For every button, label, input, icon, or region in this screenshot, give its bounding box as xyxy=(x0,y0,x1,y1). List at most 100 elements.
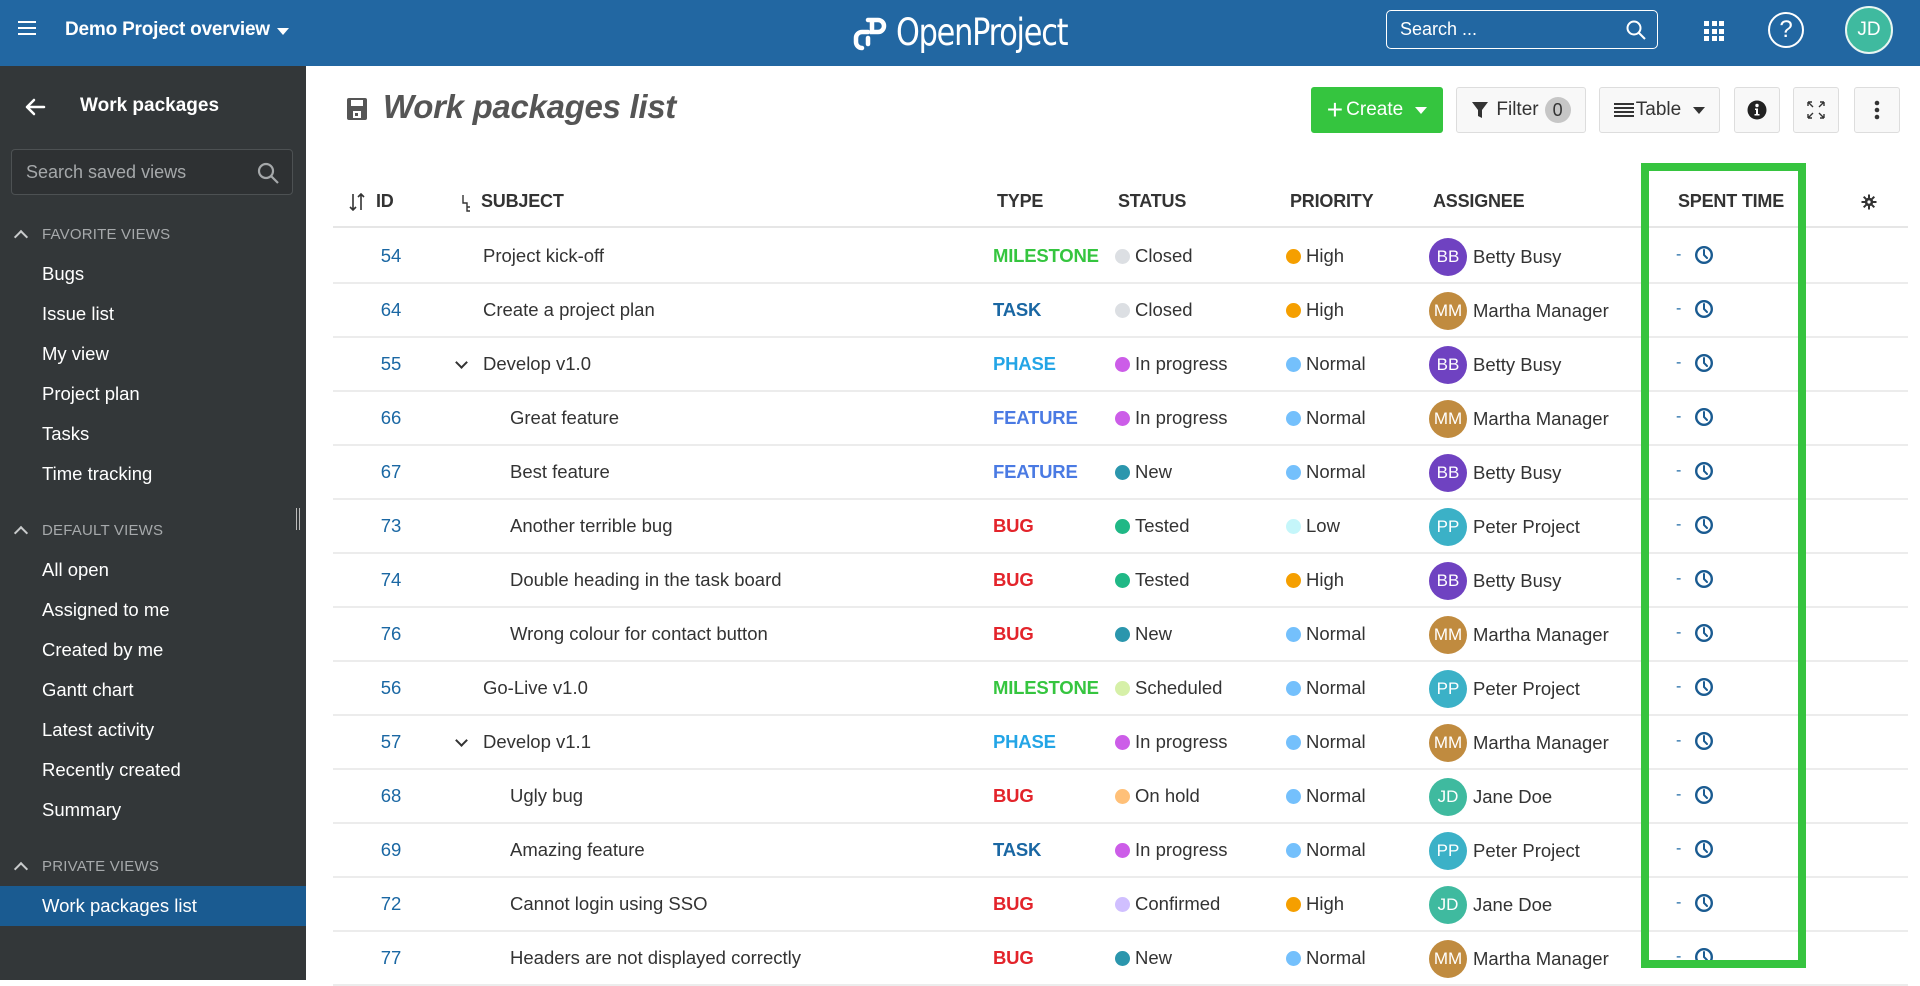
work-package-assignee[interactable]: BB Betty Busy xyxy=(1429,562,1561,600)
spent-time-value[interactable]: - xyxy=(1676,300,1681,318)
work-package-subject[interactable]: Develop v1.0 xyxy=(483,353,591,375)
sidebar-item-recently-created[interactable]: Recently created xyxy=(0,750,306,790)
work-package-priority[interactable]: Normal xyxy=(1286,731,1366,753)
work-package-id[interactable]: 77 xyxy=(366,947,416,969)
work-package-id[interactable]: 55 xyxy=(366,353,416,375)
work-package-type[interactable]: TASK xyxy=(993,299,1041,321)
work-package-id[interactable]: 69 xyxy=(366,839,416,861)
spent-time-value[interactable]: - xyxy=(1676,948,1681,966)
work-package-type[interactable]: BUG xyxy=(993,623,1034,645)
work-package-subject[interactable]: Best feature xyxy=(510,461,610,483)
sidebar-item-issue-list[interactable]: Issue list xyxy=(0,294,306,334)
gear-icon[interactable] xyxy=(1861,194,1877,210)
arrow-left-icon[interactable] xyxy=(24,96,46,118)
work-package-type[interactable]: PHASE xyxy=(993,353,1056,375)
work-package-type[interactable]: FEATURE xyxy=(993,461,1078,483)
clock-icon[interactable] xyxy=(1694,623,1714,643)
search-icon[interactable] xyxy=(256,161,280,185)
saved-views-search-input[interactable] xyxy=(12,150,252,194)
clock-icon[interactable] xyxy=(1694,407,1714,427)
chevron-down-icon[interactable] xyxy=(277,28,289,35)
work-package-assignee[interactable]: PP Peter Project xyxy=(1429,508,1580,546)
project-selector[interactable]: Demo Project overview xyxy=(65,19,270,41)
work-package-type[interactable]: MILESTONE xyxy=(993,245,1099,267)
sidebar-item-all-open[interactable]: All open xyxy=(0,550,306,590)
global-search[interactable] xyxy=(1386,10,1658,49)
work-package-subject[interactable]: Great feature xyxy=(510,407,619,429)
favorite-views-toggle[interactable]: FAVORITE VIEWS xyxy=(0,214,306,254)
work-package-subject[interactable]: Another terrible bug xyxy=(510,515,673,537)
work-package-status[interactable]: New xyxy=(1115,461,1172,483)
work-package-type[interactable]: BUG xyxy=(993,893,1034,915)
work-package-id[interactable]: 66 xyxy=(366,407,416,429)
clock-icon[interactable] xyxy=(1694,353,1714,373)
sort-icon[interactable] xyxy=(349,193,365,211)
spent-time-value[interactable]: - xyxy=(1676,516,1681,534)
work-package-priority[interactable]: High xyxy=(1286,893,1344,915)
work-package-subject[interactable]: Go-Live v1.0 xyxy=(483,677,588,699)
work-package-assignee[interactable]: BB Betty Busy xyxy=(1429,346,1561,384)
sidebar-item-my-view[interactable]: My view xyxy=(0,334,306,374)
work-package-status[interactable]: Closed xyxy=(1115,245,1193,267)
sidebar-resize-handle[interactable] xyxy=(296,508,300,530)
table-row[interactable]: 57 Develop v1.1 PHASE In progress Normal MM Ma… xyxy=(333,716,1908,770)
chevron-down-icon[interactable] xyxy=(455,356,468,369)
work-package-status[interactable]: On hold xyxy=(1115,785,1200,807)
work-package-priority[interactable]: Normal xyxy=(1286,677,1366,699)
work-package-status[interactable]: New xyxy=(1115,947,1172,969)
sidebar-item-bugs[interactable]: Bugs xyxy=(0,254,306,294)
fullscreen-button[interactable] xyxy=(1793,87,1839,133)
work-package-assignee[interactable]: JD Jane Doe xyxy=(1429,778,1552,816)
work-package-id[interactable]: 57 xyxy=(366,731,416,753)
save-icon[interactable] xyxy=(346,97,368,121)
sidebar-item-project-plan[interactable]: Project plan xyxy=(0,374,306,414)
work-package-status[interactable]: Tested xyxy=(1115,515,1190,537)
spent-time-value[interactable]: - xyxy=(1676,678,1681,696)
column-header-priority[interactable]: PRIORITY xyxy=(1290,191,1374,212)
work-package-assignee[interactable]: MM Martha Manager xyxy=(1429,724,1609,762)
sidebar-item-tasks[interactable]: Tasks xyxy=(0,414,306,454)
work-package-type[interactable]: PHASE xyxy=(993,731,1056,753)
work-package-assignee[interactable]: MM Martha Manager xyxy=(1429,400,1609,438)
work-package-type[interactable]: BUG xyxy=(993,569,1034,591)
work-package-subject[interactable]: Develop v1.1 xyxy=(483,731,591,753)
table-row[interactable]: 73 Another terrible bug BUG Tested Low PP Pete… xyxy=(333,500,1908,554)
table-row[interactable]: 77 Headers are not displayed correctly BUG… xyxy=(333,932,1908,986)
search-icon[interactable] xyxy=(1625,19,1647,41)
work-package-id[interactable]: 72 xyxy=(366,893,416,915)
work-package-subject[interactable]: Wrong colour for contact button xyxy=(510,623,768,645)
work-package-assignee[interactable]: JD Jane Doe xyxy=(1429,886,1552,924)
page-title[interactable]: Work packages list xyxy=(383,88,676,126)
clock-icon[interactable] xyxy=(1694,299,1714,319)
work-package-assignee[interactable]: MM Martha Manager xyxy=(1429,292,1609,330)
table-row[interactable]: 76 Wrong colour for contact button BUG New N… xyxy=(333,608,1908,662)
work-package-priority[interactable]: Normal xyxy=(1286,353,1366,375)
spent-time-value[interactable]: - xyxy=(1676,246,1681,264)
work-package-status[interactable]: Confirmed xyxy=(1115,893,1220,915)
global-search-input[interactable] xyxy=(1387,11,1617,48)
work-package-type[interactable]: BUG xyxy=(993,515,1034,537)
spent-time-value[interactable]: - xyxy=(1676,732,1681,750)
details-button[interactable] xyxy=(1734,87,1780,133)
help-icon[interactable]: ? xyxy=(1768,12,1804,48)
work-package-status[interactable]: In progress xyxy=(1115,839,1228,861)
work-package-id[interactable]: 54 xyxy=(366,245,416,267)
work-package-type[interactable]: BUG xyxy=(993,947,1034,969)
work-package-priority[interactable]: High xyxy=(1286,569,1344,591)
work-package-priority[interactable]: Normal xyxy=(1286,407,1366,429)
more-actions-button[interactable] xyxy=(1854,87,1900,133)
saved-views-search[interactable] xyxy=(11,149,293,195)
work-package-id[interactable]: 67 xyxy=(366,461,416,483)
chevron-down-icon[interactable] xyxy=(455,734,468,747)
clock-icon[interactable] xyxy=(1694,893,1714,913)
table-row[interactable]: 72 Cannot login using SSO BUG Confirmed High… xyxy=(333,878,1908,932)
hamburger-icon[interactable] xyxy=(18,21,36,35)
work-package-type[interactable]: FEATURE xyxy=(993,407,1078,429)
view-mode-button[interactable]: Table xyxy=(1599,87,1720,133)
table-row[interactable]: 55 Develop v1.0 PHASE In progress Normal BB Be… xyxy=(333,338,1908,392)
create-button[interactable]: + Create xyxy=(1311,87,1443,133)
work-package-assignee[interactable]: MM Martha Manager xyxy=(1429,940,1609,978)
work-package-id[interactable]: 56 xyxy=(366,677,416,699)
work-package-status[interactable]: New xyxy=(1115,623,1172,645)
sidebar-item-summary[interactable]: Summary xyxy=(0,790,306,830)
